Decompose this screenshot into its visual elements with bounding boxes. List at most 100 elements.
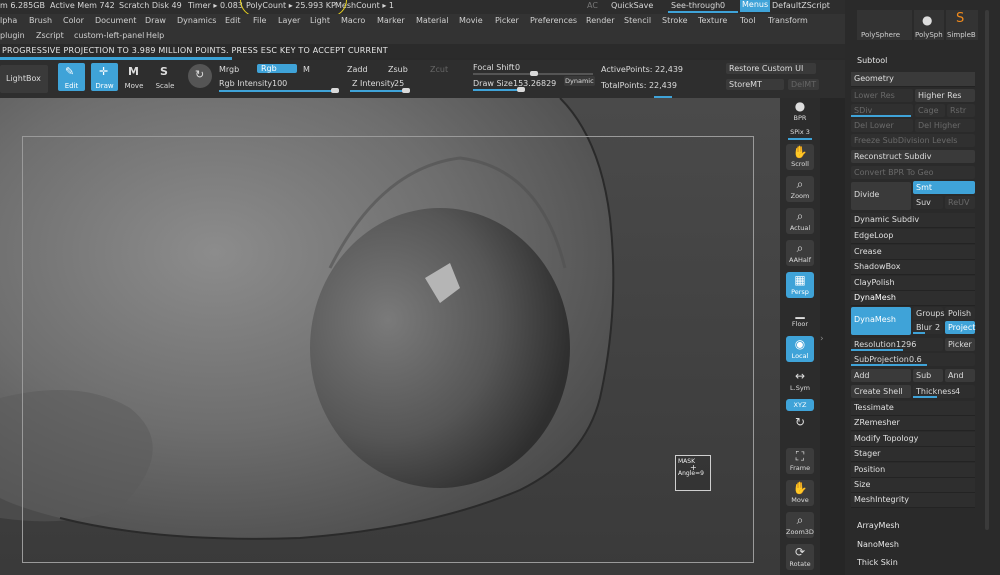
rotate-mode-button[interactable]: ↻ — [188, 64, 212, 88]
simplebrush-thumb[interactable]: S SimpleB — [946, 10, 978, 40]
menu-alpha[interactable]: lpha — [0, 16, 17, 25]
zadd-button[interactable]: Zadd — [347, 65, 368, 74]
arraymesh-header[interactable]: ArrayMesh — [857, 521, 900, 530]
menu-marker[interactable]: Marker — [377, 16, 405, 25]
suv-toggle[interactable]: Suv — [913, 196, 943, 209]
freeze-subdivision-button[interactable]: Freeze SubDivision Levels — [851, 134, 975, 147]
panel-splitter[interactable]: › — [820, 98, 845, 575]
tessimate-section[interactable]: Tessimate — [851, 401, 975, 416]
menu-stencil[interactable]: Stencil — [624, 16, 651, 25]
zcut-button[interactable]: Zcut — [430, 65, 448, 74]
size-section[interactable]: Size — [851, 478, 975, 493]
subtool-header[interactable]: Subtool — [857, 56, 887, 65]
move-view-button[interactable]: ✋ Move — [786, 480, 814, 506]
lower-res-button[interactable]: Lower Res — [851, 89, 913, 102]
modify-topology-section[interactable]: Modify Topology — [851, 432, 975, 447]
edgeloop-section[interactable]: EdgeLoop — [851, 229, 975, 244]
store-mt-button[interactable]: StoreMT — [726, 79, 784, 90]
rstr-button[interactable]: Rstr — [947, 104, 975, 117]
spix-slider[interactable]: SPix 3 — [786, 126, 814, 140]
menu-movie[interactable]: Movie — [459, 16, 483, 25]
menu-layer[interactable]: Layer — [278, 16, 300, 25]
restore-custom-ui-button[interactable]: Restore Custom UI — [726, 63, 816, 74]
z-intensity-knob[interactable] — [402, 88, 410, 93]
geometry-header[interactable]: Geometry — [851, 72, 975, 87]
create-shell-button[interactable]: Create Shell — [851, 385, 911, 398]
claypolish-section[interactable]: ClayPolish — [851, 276, 975, 291]
see-through-track[interactable] — [668, 11, 738, 13]
menu-macro[interactable]: Macro — [341, 16, 365, 25]
divide-button[interactable]: Divide — [851, 182, 911, 210]
menu-color[interactable]: Color — [63, 16, 84, 25]
subprojection-slider[interactable]: SubProjection 0.6 — [851, 353, 975, 366]
zsub-button[interactable]: Zsub — [388, 65, 408, 74]
picker-button[interactable]: Picker — [945, 338, 975, 351]
menu-stroke[interactable]: Stroke — [662, 16, 688, 25]
blur-slider[interactable]: Blur 2 — [913, 321, 943, 334]
higher-res-button[interactable]: Higher Res — [915, 89, 975, 102]
xyz-button[interactable]: XYZ — [786, 399, 814, 411]
frame-button[interactable]: ⛶ Frame — [786, 448, 814, 474]
menu-tool[interactable]: Tool — [740, 16, 756, 25]
smt-toggle[interactable]: Smt — [913, 181, 975, 194]
shadowbox-section[interactable]: ShadowBox — [851, 260, 975, 275]
zoom3d-button[interactable]: ⌕ Zoom3D — [786, 512, 814, 538]
nanomesh-header[interactable]: NanoMesh — [857, 540, 899, 549]
cage-button[interactable]: Cage — [915, 104, 945, 117]
rgb-intensity-slider[interactable] — [219, 90, 339, 92]
polish-toggle[interactable]: Polish — [945, 307, 975, 320]
canvas-viewport[interactable]: MASK Angle=9 + — [0, 98, 780, 575]
menu-texture[interactable]: Texture — [698, 16, 727, 25]
polysph-thumb[interactable]: ● PolySph — [914, 10, 944, 40]
zremesher-section[interactable]: ZRemesher — [851, 416, 975, 431]
dynamesh-button[interactable]: DynaMesh — [851, 307, 911, 335]
del-lower-button[interactable]: Del Lower — [851, 119, 913, 132]
draw-size-slider[interactable] — [473, 89, 521, 91]
menu-zplugin[interactable]: plugin — [0, 31, 25, 40]
menu-dynamics[interactable]: Dynamics — [177, 16, 216, 25]
thick-skin-header[interactable]: Thick Skin — [857, 558, 898, 567]
reconstruct-subdiv-button[interactable]: Reconstruct Subdiv — [851, 150, 975, 163]
convert-bpr-button[interactable]: Convert BPR To Geo — [851, 166, 975, 179]
edit-button[interactable]: ✎ Edit — [58, 63, 85, 91]
menu-file[interactable]: File — [253, 16, 266, 25]
sdiv-slider[interactable]: SDiv — [851, 104, 913, 117]
dynamic-subdiv-section[interactable]: Dynamic Subdiv — [851, 213, 975, 228]
del-higher-button[interactable]: Del Higher — [915, 119, 975, 132]
menu-picker[interactable]: Picker — [495, 16, 519, 25]
project-toggle[interactable]: Project — [945, 321, 975, 334]
polysphere-thumb[interactable]: PolySphere — [857, 10, 912, 40]
local-button[interactable]: ◉ Local — [786, 336, 814, 362]
z-intensity-slider[interactable] — [350, 90, 408, 92]
menu-transform[interactable]: Transform — [768, 16, 808, 25]
mrgb-button[interactable]: Mrgb — [219, 65, 239, 74]
menu-light[interactable]: Light — [310, 16, 330, 25]
scroll-button[interactable]: ✋ Scroll — [786, 144, 814, 170]
actual-button[interactable]: ⌕ Actual — [786, 208, 814, 234]
rotate-view-button[interactable]: ⟳ Rotate — [786, 544, 814, 570]
menu-help[interactable]: Help — [146, 31, 164, 40]
resolution-slider[interactable]: Resolution 1296 — [851, 338, 943, 351]
floor-button[interactable]: ▁ Floor — [786, 304, 814, 330]
position-section[interactable]: Position — [851, 463, 975, 478]
menu-document[interactable]: Document — [95, 16, 136, 25]
move-button[interactable]: M Move — [122, 63, 146, 91]
meshintegrity-section[interactable]: MeshIntegrity — [851, 493, 975, 508]
panel-scrollbar[interactable] — [985, 10, 989, 530]
stager-section[interactable]: Stager — [851, 447, 975, 462]
draw-button[interactable]: ✛ Draw — [91, 63, 118, 91]
scale-button[interactable]: S Scale — [153, 63, 177, 91]
menus-button[interactable]: Menus — [740, 0, 771, 12]
dynamic-button[interactable]: Dynamic — [564, 76, 595, 86]
lightbox-button[interactable]: LightBox — [0, 65, 48, 93]
and-toggle[interactable]: And — [945, 369, 975, 382]
menu-custom-left-panel[interactable]: custom-left-panel — [74, 31, 144, 40]
draw-size-knob[interactable] — [517, 87, 525, 92]
add-toggle[interactable]: Add — [851, 369, 911, 382]
menu-brush[interactable]: Brush — [29, 16, 52, 25]
thickness-slider[interactable]: Thickness 4 — [913, 385, 975, 398]
crease-section[interactable]: Crease — [851, 245, 975, 260]
zoom-button[interactable]: ⌕ Zoom — [786, 176, 814, 202]
m-button[interactable]: M — [303, 65, 310, 74]
menu-zscript[interactable]: Zscript — [36, 31, 64, 40]
